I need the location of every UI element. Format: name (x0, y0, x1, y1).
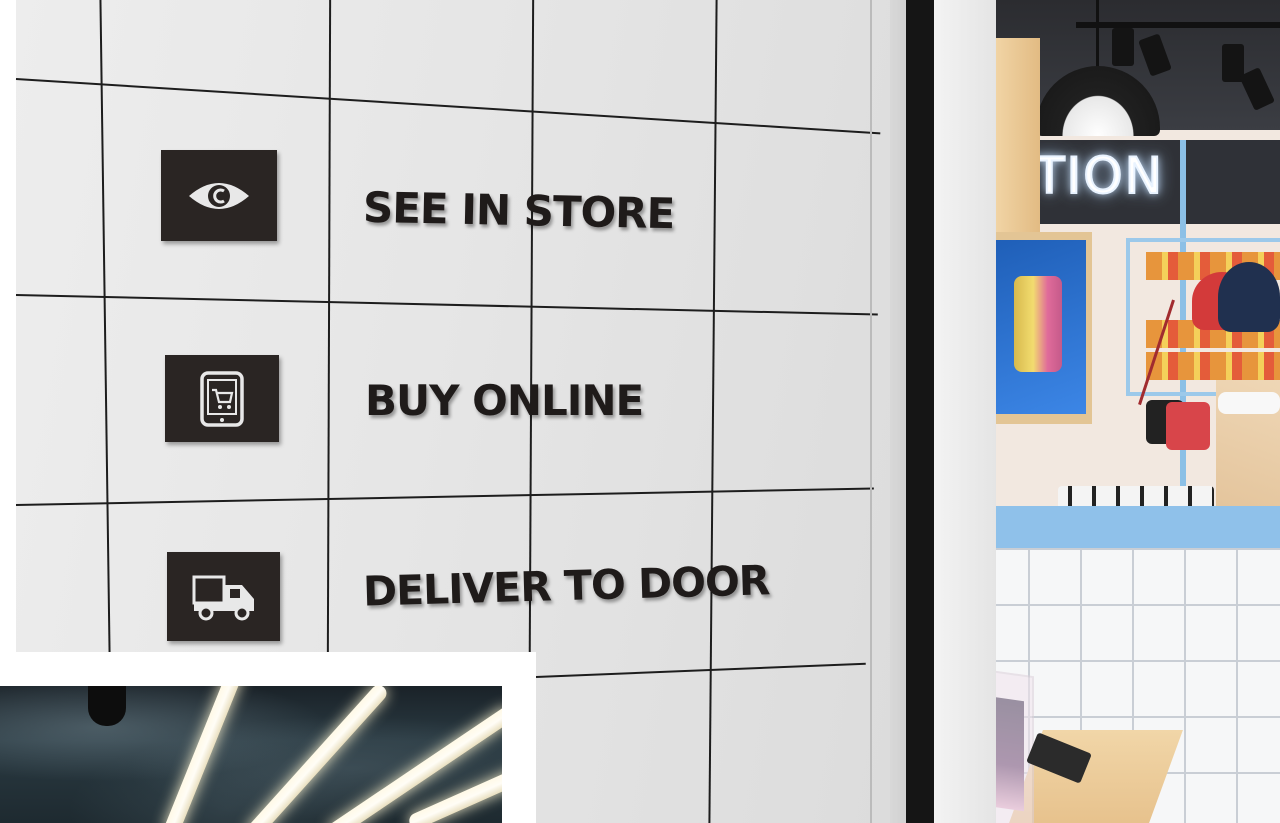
product-shelf (1146, 352, 1280, 380)
navy-cap (1218, 262, 1280, 332)
see-in-store-label: SEE IN STORE (362, 182, 675, 239)
counter-top (996, 506, 1280, 548)
sneakers (1218, 392, 1280, 414)
acrylic-stand (996, 667, 1034, 823)
marble-ceiling (0, 686, 502, 823)
buy-online-label: BUY ONLINE (365, 376, 644, 425)
spotlight-icon (1112, 28, 1134, 66)
neon-sign: TION (1033, 146, 1165, 206)
light-track (1076, 22, 1280, 28)
lamp-cord (1096, 0, 1099, 70)
tile-seam (870, 0, 872, 823)
delivery-truck-icon (167, 552, 280, 641)
product-can (1014, 276, 1062, 372)
photo-scene: SEE IN STORE BUY ONLINE DELIVER TO DOOR (0, 0, 1280, 823)
store-interior: TION (996, 0, 1280, 823)
ceiling-lights-photo (0, 686, 502, 823)
white-pillar (934, 0, 998, 823)
eye-icon (161, 150, 277, 241)
spotlight-icon (88, 686, 126, 726)
red-bag (1166, 402, 1210, 450)
tablet-cart-icon (165, 355, 279, 442)
door-frame (906, 0, 934, 823)
